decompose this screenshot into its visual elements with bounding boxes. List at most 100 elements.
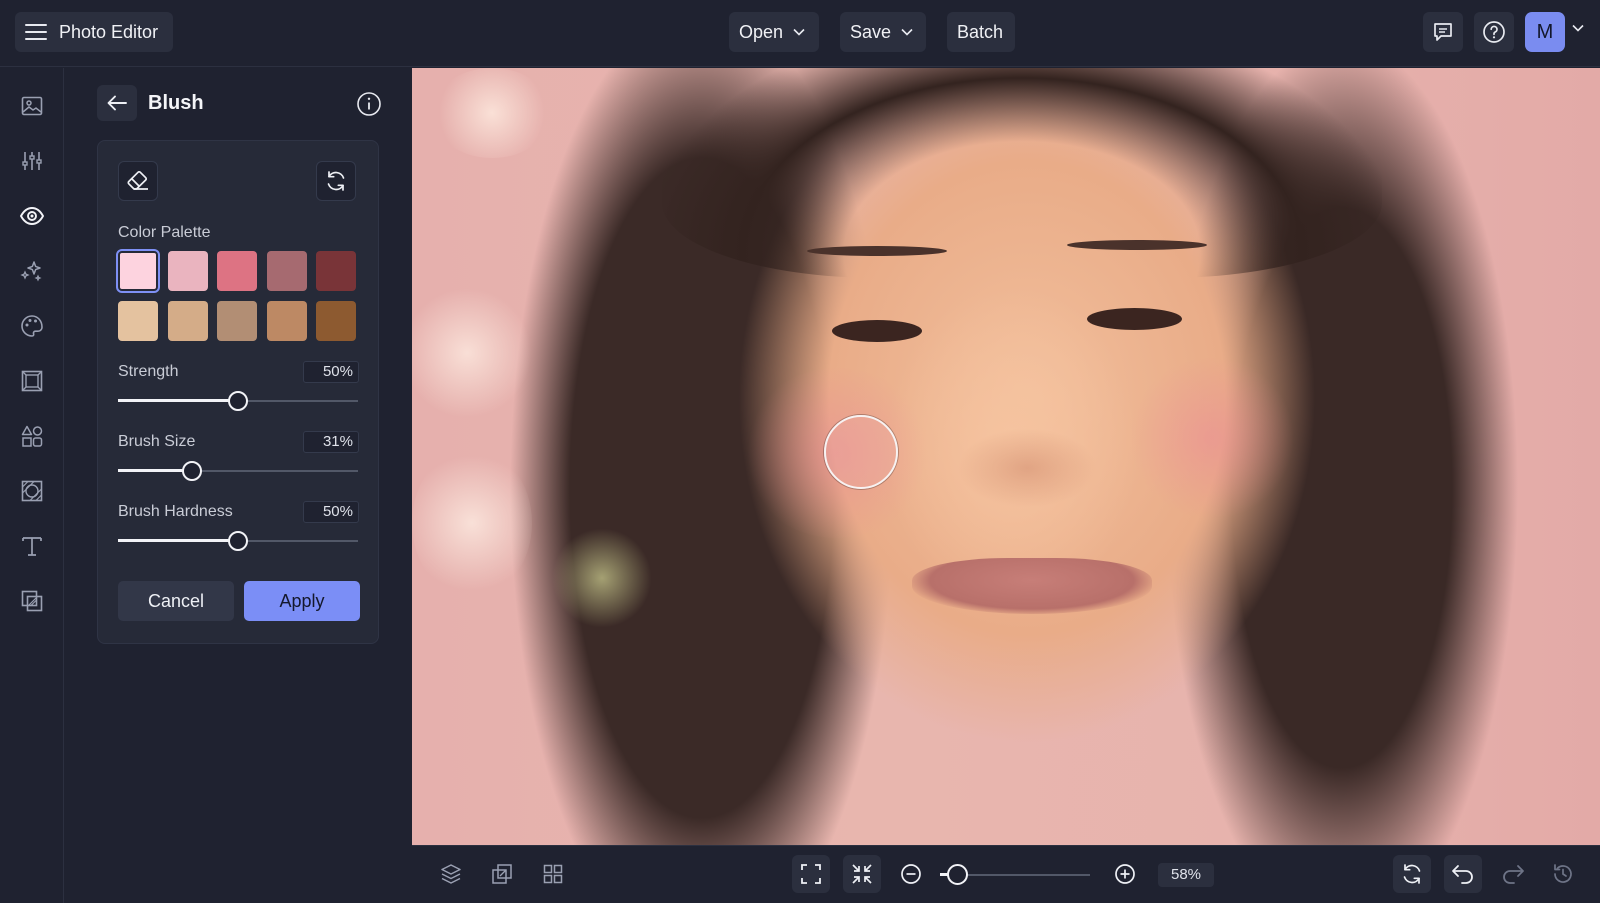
question-circle-icon (1482, 20, 1506, 44)
strength-value[interactable]: 50% (303, 361, 359, 383)
brush-size-slider[interactable] (118, 461, 358, 481)
zoom-in-button[interactable] (1106, 855, 1144, 893)
rail-touchup-tool[interactable] (16, 200, 48, 232)
undo-icon (1451, 864, 1475, 884)
layers-button[interactable] (432, 855, 470, 893)
color-swatch[interactable] (167, 301, 208, 341)
brush-hardness-value[interactable]: 50% (303, 501, 359, 523)
rail-frames-tool[interactable] (16, 365, 48, 397)
color-swatch[interactable] (217, 251, 257, 291)
save-button[interactable]: Save (840, 12, 926, 52)
save-label: Save (850, 21, 892, 42)
open-button[interactable]: Open (729, 12, 819, 52)
batch-button[interactable]: Batch (947, 12, 1015, 52)
palette-icon (19, 313, 45, 339)
refresh-icon (325, 170, 347, 192)
chevron-down-icon[interactable] (1572, 24, 1584, 32)
image-icon (20, 94, 44, 118)
apply-button[interactable]: Apply (244, 581, 360, 621)
right-eyebrow (1067, 240, 1207, 250)
color-palette-label: Color Palette (118, 224, 211, 241)
strength-slider[interactable] (118, 391, 358, 411)
app-menu-button[interactable]: Photo Editor (15, 12, 173, 52)
help-button[interactable] (1474, 12, 1514, 52)
brush-size-label: Brush Size (118, 433, 196, 450)
eraser-icon (126, 170, 150, 192)
color-swatch[interactable] (316, 301, 356, 341)
color-swatch[interactable] (118, 301, 158, 341)
tool-rail (0, 68, 64, 903)
rail-adjust-tool[interactable] (16, 145, 48, 177)
chevron-down-icon (793, 28, 805, 36)
open-label: Open (739, 21, 784, 42)
reset-button[interactable] (316, 161, 356, 201)
slider-thumb[interactable] (182, 461, 203, 481)
zoom-out-icon (900, 863, 922, 885)
lips (912, 558, 1152, 614)
strength-label: Strength (118, 363, 179, 380)
cancel-button[interactable]: Cancel (118, 581, 234, 621)
left-eye (832, 320, 922, 342)
undo-button[interactable] (1444, 855, 1482, 893)
brush-cursor (824, 415, 898, 489)
color-swatch[interactable] (266, 301, 307, 341)
background-bokeh (432, 68, 552, 158)
adjust-sliders-icon (20, 149, 44, 173)
compress-icon (851, 863, 873, 885)
color-swatch[interactable] (316, 251, 356, 291)
back-button[interactable] (97, 85, 137, 121)
grid-view-button[interactable] (534, 855, 572, 893)
expand-icon (800, 863, 822, 885)
eraser-button[interactable] (118, 161, 158, 201)
brush-hardness-slider[interactable] (118, 531, 358, 551)
history-button[interactable] (1544, 855, 1582, 893)
color-swatch[interactable] (217, 301, 257, 341)
background-bokeh (552, 528, 652, 628)
rail-graphics-tool[interactable] (16, 420, 48, 452)
feedback-button[interactable] (1423, 12, 1463, 52)
color-swatch[interactable] (167, 251, 208, 291)
redo-icon (1501, 864, 1525, 884)
slider-thumb[interactable] (946, 864, 968, 885)
chevron-down-icon (901, 28, 913, 36)
arrow-left-icon (107, 95, 127, 111)
slider-thumb[interactable] (228, 391, 248, 411)
rail-overlays-tool[interactable] (16, 585, 48, 617)
right-eye (1087, 308, 1182, 330)
slider-fill (118, 539, 238, 542)
zoom-in-icon (1114, 863, 1136, 885)
batch-label: Batch (957, 21, 1004, 42)
photo-canvas[interactable] (412, 68, 1600, 845)
rail-image-tool[interactable] (16, 90, 48, 122)
zoom-percentage[interactable]: 58% (1158, 863, 1214, 887)
slider-thumb[interactable] (228, 531, 248, 551)
fit-to-screen-button[interactable] (843, 855, 881, 893)
slider-fill (118, 469, 193, 472)
redo-button[interactable] (1494, 855, 1532, 893)
history-icon (1551, 862, 1575, 886)
refresh-icon (1401, 863, 1423, 885)
hamburger-icon (25, 23, 47, 41)
compare-icon (491, 863, 513, 885)
shapes-icon (20, 424, 44, 448)
info-circle-icon (356, 91, 382, 117)
panel-title: Blush (148, 92, 204, 114)
rail-textures-tool[interactable] (16, 475, 48, 507)
zoom-out-button[interactable] (892, 855, 930, 893)
zoom-slider[interactable] (940, 864, 1090, 886)
info-button[interactable] (355, 90, 383, 118)
rail-effects-tool[interactable] (16, 255, 48, 287)
fullscreen-button[interactable] (792, 855, 830, 893)
rail-artsy-tool[interactable] (16, 310, 48, 342)
color-swatch[interactable] (266, 251, 307, 291)
compare-button[interactable] (483, 855, 521, 893)
frame-icon (20, 369, 44, 393)
text-icon (20, 534, 44, 558)
right-cheek-blush (1127, 358, 1297, 518)
color-swatch[interactable] (116, 249, 160, 293)
user-avatar[interactable]: M (1525, 12, 1565, 52)
blush-panel: Blush Color Palette Strength 50% Brush S… (65, 68, 412, 903)
brush-size-value[interactable]: 31% (303, 431, 359, 453)
rail-text-tool[interactable] (16, 530, 48, 562)
rotate-button[interactable] (1393, 855, 1431, 893)
